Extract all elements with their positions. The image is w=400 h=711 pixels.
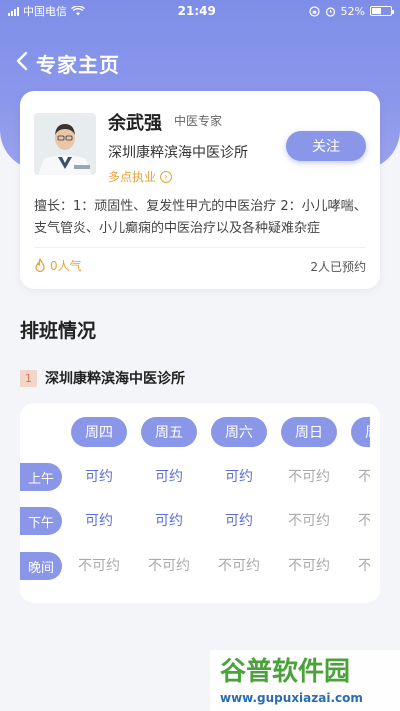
alarm-icon	[325, 6, 335, 17]
doctor-title: 中医专家	[174, 114, 223, 128]
day-header: 周一	[351, 417, 370, 447]
signal-icon	[8, 6, 19, 16]
chevron-right-icon: ›	[160, 170, 173, 183]
rotation-lock-icon	[308, 5, 320, 17]
nav-bar: 专家主页	[16, 48, 120, 78]
popularity-label: 0人气	[50, 259, 82, 273]
slot-unavailable: 不可约	[358, 513, 370, 529]
clinic-row: 1 深圳康粹滨海中医诊所	[20, 368, 185, 388]
day-header: 周五	[141, 417, 197, 447]
clinic-name: 深圳康粹滨海中医诊所	[45, 371, 185, 387]
follow-button[interactable]: 关注	[286, 131, 366, 161]
popularity-stat: 0人气	[34, 257, 82, 274]
multi-site-link[interactable]: 多点执业 ›	[108, 168, 173, 185]
schedule-card: 周四周五周六周日周一上午可约可约可约不可约不可约下午可约可约可约不可约不可约晚间…	[20, 403, 380, 603]
multi-site-label: 多点执业	[108, 170, 157, 184]
slot-unavailable: 不可约	[148, 558, 190, 574]
slot-available[interactable]: 可约	[204, 511, 274, 531]
slot-available[interactable]: 可约	[64, 511, 134, 531]
back-arrow-icon[interactable]	[16, 51, 28, 76]
status-bar: 中国电信 21:49 52%	[0, 0, 400, 22]
day-header: 周六	[211, 417, 267, 447]
page-title: 专家主页	[36, 52, 120, 77]
doctor-name: 余武强	[108, 113, 162, 134]
status-left: 中国电信	[8, 3, 85, 19]
slot-unavailable: 不可约	[218, 558, 260, 574]
battery-percent: 52%	[340, 4, 365, 18]
status-time: 21:49	[177, 4, 216, 18]
slot-available[interactable]: 可约	[64, 467, 134, 487]
watermark-brand: 谷普软件园	[220, 656, 350, 687]
day-header: 周日	[281, 417, 337, 447]
doctor-avatar	[34, 113, 96, 175]
status-right: 52%	[308, 4, 394, 18]
slot-unavailable: 不可约	[78, 558, 120, 574]
doctor-hospital: 深圳康粹滨海中医诊所	[108, 145, 248, 161]
booked-count: 2人已预约	[310, 260, 366, 274]
doctor-specialty: 擅长：1：顽固性、复发性甲亢的中医治疗 2：小儿哮喘、支气管炎、小儿癫痫的中医治…	[34, 199, 367, 236]
slot-unavailable: 不可约	[358, 469, 370, 485]
day-header: 周四	[71, 417, 127, 447]
period-label: 下午	[20, 507, 62, 535]
period-label: 上午	[20, 463, 62, 491]
schedule-grid[interactable]: 周四周五周六周日周一上午可约可约可约不可约不可约下午可约可约可约不可约不可约晚间…	[20, 403, 370, 603]
slot-unavailable: 不可约	[288, 558, 330, 574]
battery-icon	[370, 6, 394, 16]
schedule-section-title: 排班情况	[20, 320, 97, 342]
slot-available[interactable]: 可约	[204, 467, 274, 487]
wifi-icon	[71, 6, 85, 16]
clinic-index-badge: 1	[20, 369, 37, 387]
slot-available[interactable]: 可约	[134, 511, 204, 531]
flame-icon	[35, 258, 45, 273]
watermark-url: www.gupuxiazai.com	[220, 691, 363, 705]
carrier-label: 中国电信	[23, 5, 67, 18]
doctor-profile-card: 余武强 中医专家 深圳康粹滨海中医诊所 多点执业 › 关注 擅长：1：顽固性、复…	[20, 91, 380, 289]
watermark: 谷普软件园 www.gupuxiazai.com	[210, 650, 400, 711]
slot-unavailable: 不可约	[288, 513, 330, 529]
card-divider	[34, 247, 366, 248]
slot-unavailable: 不可约	[358, 558, 370, 574]
slot-unavailable: 不可约	[288, 469, 330, 485]
period-label: 晚间	[20, 552, 62, 580]
slot-available[interactable]: 可约	[134, 467, 204, 487]
